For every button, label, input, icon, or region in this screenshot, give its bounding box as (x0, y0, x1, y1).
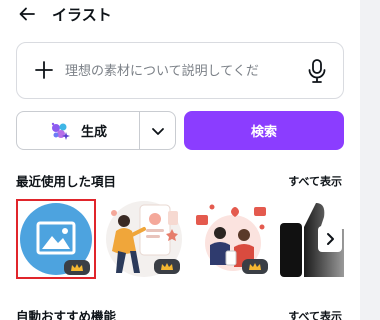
crown-icon (161, 262, 173, 270)
chevron-right-icon (327, 233, 334, 245)
search-input[interactable] (65, 57, 301, 85)
recent-item-woman-with-phone[interactable] (102, 199, 186, 279)
scrollbar[interactable] (360, 0, 380, 320)
generate-button[interactable]: 生成 (17, 112, 139, 149)
plus-icon[interactable] (34, 60, 54, 80)
carousel-next-button[interactable] (318, 226, 342, 252)
generate-label: 生成 (80, 125, 107, 140)
microphone-icon[interactable] (305, 58, 329, 84)
search-button[interactable]: 検索 (184, 111, 344, 150)
recent-see-all-link[interactable]: すべて表示 (288, 173, 342, 189)
premium-crown-badge (64, 260, 90, 275)
image-icon (36, 221, 76, 255)
recent-item-couple-social-media[interactable] (192, 199, 274, 279)
recent-items-title: 最近使用した項目 (16, 174, 117, 189)
premium-crown-badge (154, 259, 180, 274)
crown-icon (249, 262, 261, 270)
arrow-left-icon (19, 7, 35, 21)
back-button[interactable] (16, 3, 38, 25)
chevron-down-icon (151, 127, 164, 135)
search-box (16, 42, 344, 99)
recent-item-image-placeholder[interactable] (16, 199, 96, 279)
recommended-see-all-link[interactable]: すべて表示 (288, 308, 342, 320)
crown-icon (71, 263, 83, 271)
illustrations-panel: イラスト 生成 検索 (0, 0, 360, 320)
generate-options-dropdown[interactable] (140, 112, 175, 149)
page-title: イラスト (52, 5, 112, 24)
generate-button-group: 生成 (16, 111, 176, 150)
sparkle-magic-icon (51, 122, 70, 140)
premium-crown-badge (242, 259, 268, 274)
panel-header: イラスト (16, 0, 112, 28)
recommended-title: 自動おすすめ機能 (16, 309, 117, 320)
